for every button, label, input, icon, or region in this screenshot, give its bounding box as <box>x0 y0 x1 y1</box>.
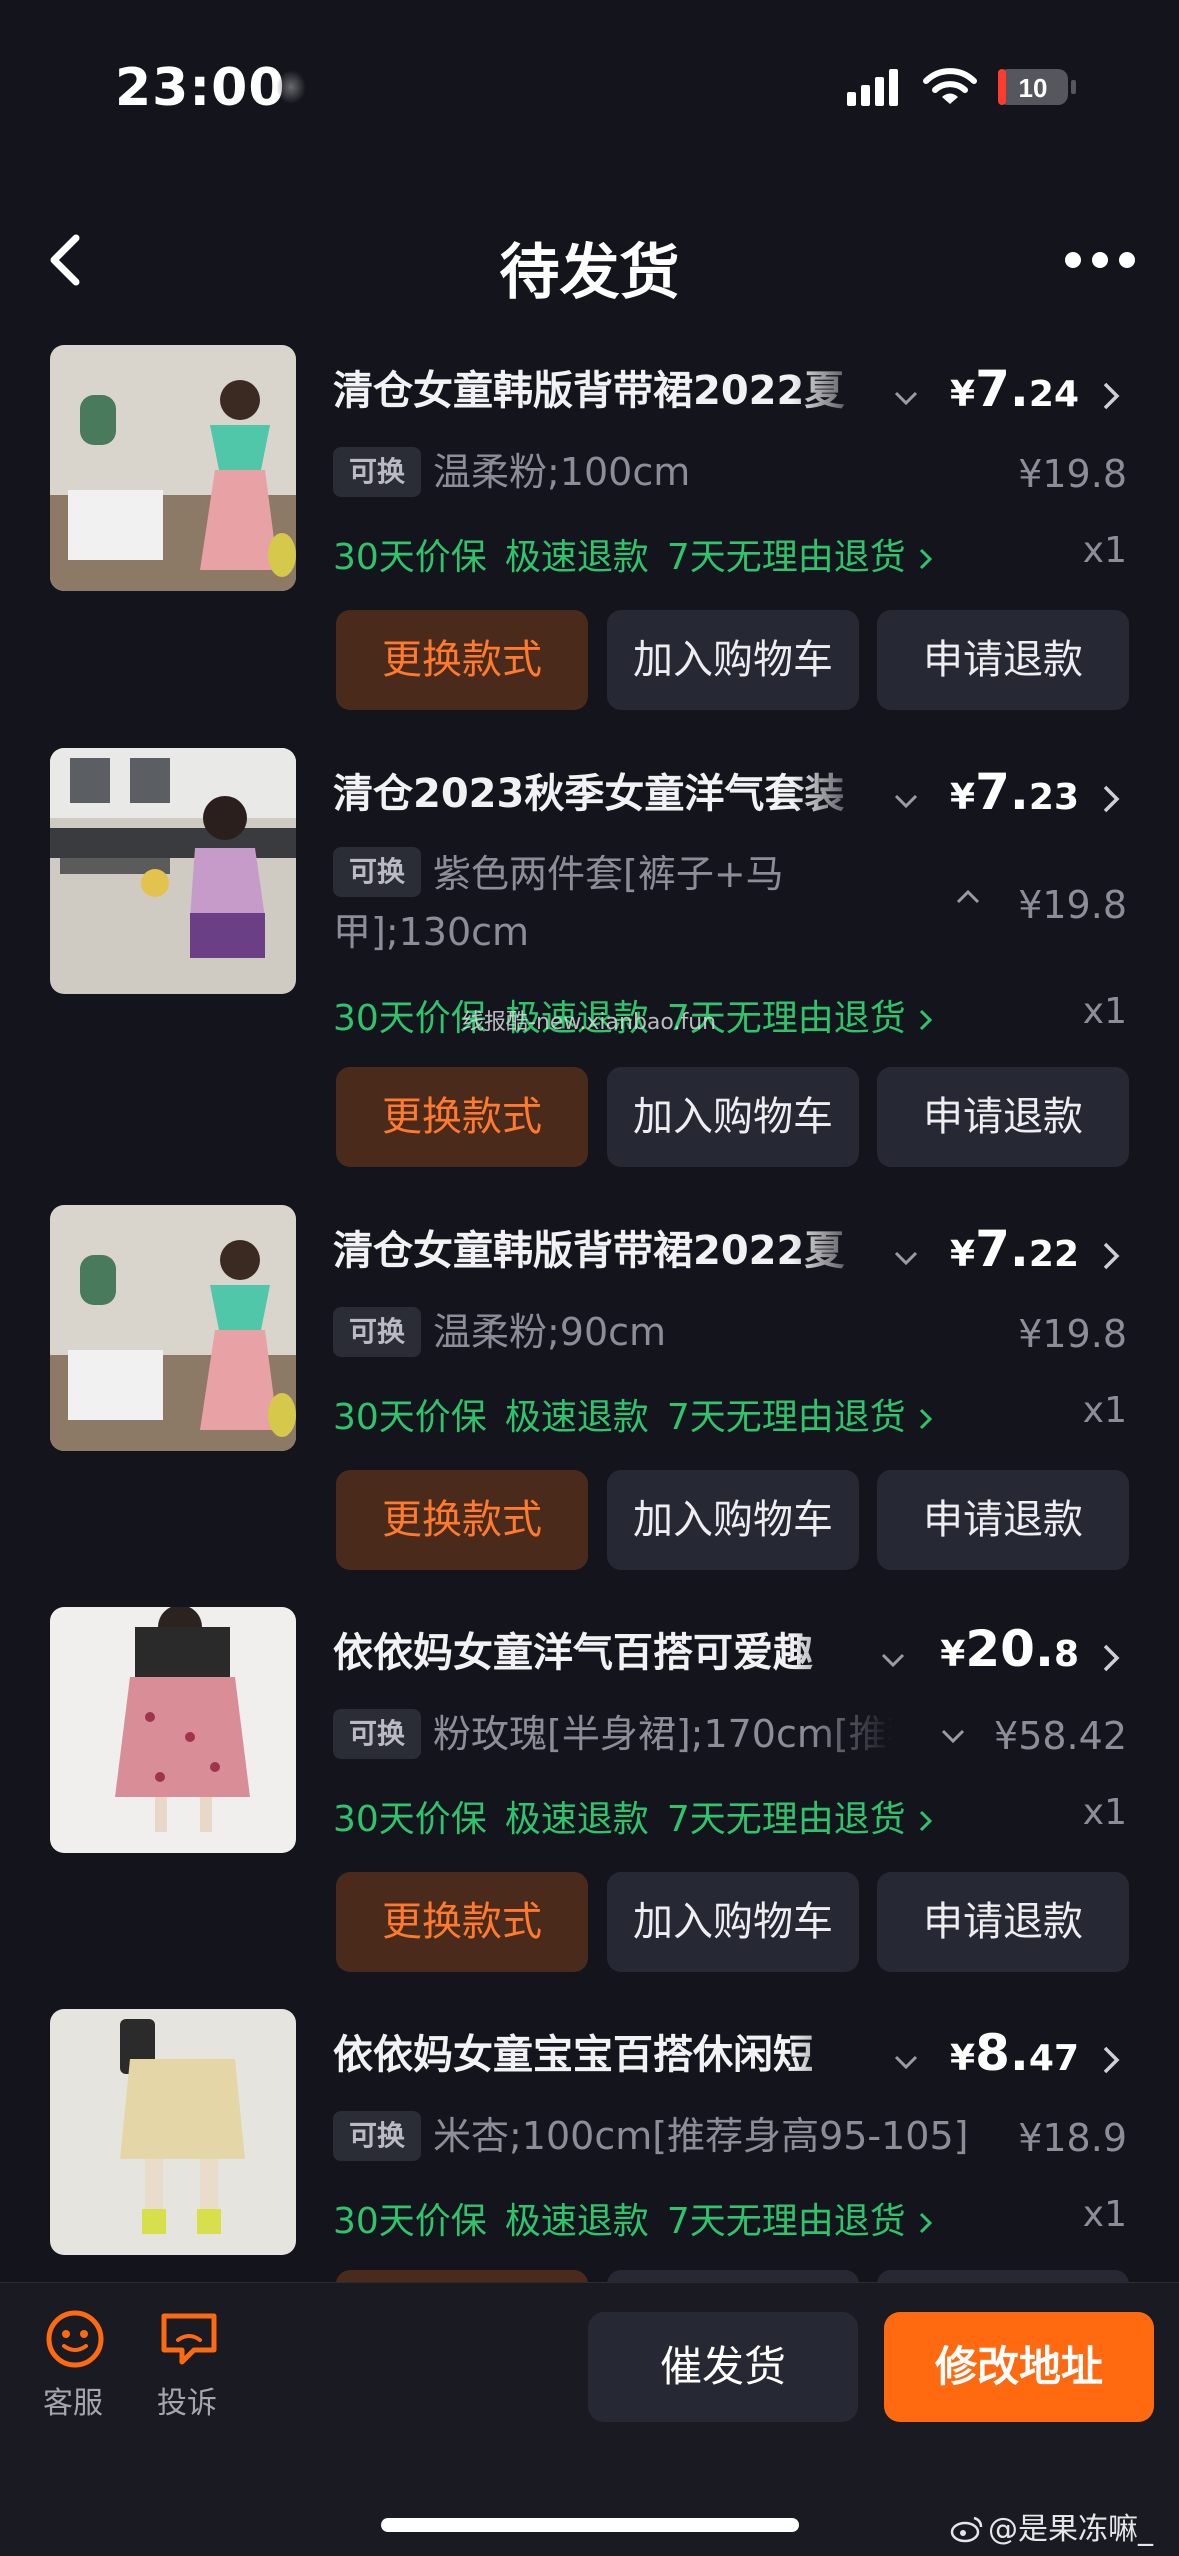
change-style-button[interactable]: 更换款式 <box>336 1067 588 1167</box>
exchangeable-tag: 可换 <box>333 847 422 897</box>
chevron-right-icon[interactable] <box>1098 1638 1124 1678</box>
service-guarantees[interactable]: 30天价保 极速退款 7天无理由退货 <box>333 1388 936 1440</box>
request-refund-button[interactable]: 申请退款 <box>877 1067 1129 1167</box>
service-guarantees[interactable]: 30天价保 极速退款 7天无理由退货 <box>333 2192 936 2244</box>
home-indicator[interactable] <box>381 2518 799 2532</box>
chevron-right-icon[interactable] <box>1098 376 1124 416</box>
chevron-down-icon[interactable] <box>890 1246 922 1270</box>
chevron-down-icon[interactable] <box>877 1648 909 1672</box>
service-guarantees[interactable]: 30天价保 极速退款 7天无理由退货 <box>333 1790 936 1842</box>
product-thumbnail[interactable] <box>50 748 296 994</box>
status-time: 23:00 <box>115 58 286 118</box>
exchangeable-tag: 可换 <box>333 1709 422 1759</box>
product-price: ¥7.23 <box>950 763 1079 821</box>
chevron-right-icon[interactable] <box>1098 1236 1124 1276</box>
add-to-cart-button[interactable]: 加入购物车 <box>607 1872 859 1972</box>
original-price: ¥58.42 <box>994 1714 1127 1758</box>
more-options-icon[interactable] <box>1060 234 1140 286</box>
quantity: x1 <box>1082 2194 1127 2235</box>
order-item-list: 清仓女童韩版背带裙2022夏 ¥7.24 可换 温柔粉;100cm ¥19.8 … <box>0 340 1179 2280</box>
chevron-right-icon <box>919 548 932 570</box>
complaint-label[interactable]: 投诉 <box>157 2378 217 2422</box>
product-spec-line1: 紫色两件套[裤子+马 <box>433 852 784 896</box>
back-arrow-icon[interactable] <box>38 230 98 290</box>
customer-service-label[interactable]: 客服 <box>43 2378 103 2422</box>
add-to-cart-button[interactable]: 加入购物车 <box>607 1470 859 1570</box>
chevron-down-icon[interactable] <box>937 1724 969 1748</box>
product-title[interactable]: 清仓2023秋季女童洋气套装 <box>333 761 873 819</box>
customer-service-icon[interactable] <box>40 2308 110 2370</box>
quantity: x1 <box>1082 1390 1127 1431</box>
original-price: ¥18.9 <box>1018 2116 1127 2160</box>
battery-level: 10 <box>1019 73 1048 103</box>
original-price: ¥19.8 <box>1018 1312 1127 1356</box>
page-title: 待发货 <box>499 238 680 308</box>
chevron-down-icon[interactable] <box>890 2050 922 2074</box>
order-item: 清仓女童韩版背带裙2022夏 ¥7.22 可换 温柔粉;90cm ¥19.8 3… <box>0 1200 1179 1580</box>
chevron-right-icon <box>919 2212 932 2234</box>
chevron-right-icon <box>919 1009 932 1031</box>
product-thumbnail[interactable] <box>50 1205 296 1451</box>
product-title[interactable]: 依依妈女童宝宝百搭休闲短 <box>333 2022 873 2080</box>
exchangeable-tag: 可换 <box>333 447 422 497</box>
add-to-cart-button[interactable]: 加入购物车 <box>607 610 859 710</box>
product-spec: 米杏;100cm[推荐身高95-105] <box>433 2114 969 2158</box>
quantity: x1 <box>1082 991 1127 1032</box>
product-spec: 粉玫瑰[半身裙];170cm[推荐 <box>433 1712 893 1756</box>
chevron-right-icon[interactable] <box>1098 779 1124 819</box>
product-spec: 温柔粉;100cm <box>433 450 691 494</box>
order-item: 依依妈女童宝宝百搭休闲短 ¥8.47 可换 米杏;100cm[推荐身高95-10… <box>0 2004 1179 2280</box>
complaint-icon[interactable] <box>154 2308 224 2370</box>
product-price: ¥20.8 <box>940 1620 1079 1678</box>
wifi-icon <box>923 68 977 104</box>
request-refund-button[interactable]: 申请退款 <box>877 1470 1129 1570</box>
chevron-right-icon[interactable] <box>1098 2040 1124 2080</box>
status-bar: 23:00 10 <box>0 0 1179 175</box>
product-spec: 温柔粉;90cm <box>433 1310 667 1354</box>
site-watermark: 线报酷-new.xianbao.fun <box>462 1010 717 1035</box>
product-price: ¥8.47 <box>950 2024 1079 2082</box>
product-title[interactable]: 清仓女童韩版背带裙2022夏 <box>333 1218 873 1276</box>
change-style-button[interactable]: 更换款式 <box>336 1470 588 1570</box>
urge-shipping-button[interactable]: 催发货 <box>588 2312 858 2422</box>
quantity: x1 <box>1082 530 1127 571</box>
nav-bar: 待发货 <box>0 200 1179 320</box>
product-thumbnail[interactable] <box>50 1607 296 1853</box>
weibo-watermark: @是果冻嘛_ <box>950 2504 1153 2548</box>
product-price: ¥7.22 <box>950 1220 1079 1278</box>
battery-icon: 10 <box>998 69 1076 105</box>
original-price: ¥19.8 <box>1018 452 1127 496</box>
product-thumbnail[interactable] <box>50 345 296 591</box>
change-style-button[interactable]: 更换款式 <box>336 610 588 710</box>
modify-address-button[interactable]: 修改地址 <box>884 2312 1154 2422</box>
request-refund-button[interactable]: 申请退款 <box>877 610 1129 710</box>
chevron-right-icon <box>919 1810 932 1832</box>
order-item: 清仓2023秋季女童洋气套装 ¥7.23 可换 紫色两件套[裤子+马 甲];13… <box>0 743 1179 1173</box>
add-to-cart-button[interactable]: 加入购物车 <box>607 1067 859 1167</box>
weibo-icon <box>950 2516 983 2543</box>
product-title[interactable]: 依依妈女童洋气百搭可爱趣 <box>333 1620 873 1678</box>
product-price: ¥7.24 <box>950 360 1079 418</box>
exchangeable-tag: 可换 <box>333 1307 422 1357</box>
product-title[interactable]: 清仓女童韩版背带裙2022夏 <box>333 358 873 416</box>
request-refund-button[interactable]: 申请退款 <box>877 1872 1129 1972</box>
location-icon <box>276 70 306 104</box>
original-price: ¥19.8 <box>1018 883 1127 927</box>
order-item: 依依妈女童洋气百搭可爱趣 ¥20.8 可换 粉玫瑰[半身裙];170cm[推荐 … <box>0 1602 1179 1982</box>
chevron-up-icon[interactable] <box>952 885 984 909</box>
cellular-signal-icon <box>847 69 898 106</box>
product-spec-line2: 甲];130cm <box>333 910 530 954</box>
change-style-button[interactable]: 更换款式 <box>336 1872 588 1972</box>
service-guarantees[interactable]: 30天价保 极速退款 7天无理由退货 <box>333 528 936 580</box>
chevron-down-icon[interactable] <box>890 386 922 410</box>
quantity: x1 <box>1082 1792 1127 1833</box>
chevron-down-icon[interactable] <box>890 789 922 813</box>
product-thumbnail[interactable] <box>50 2009 296 2255</box>
chevron-right-icon <box>919 1408 932 1430</box>
exchangeable-tag: 可换 <box>333 2111 422 2161</box>
order-item: 清仓女童韩版背带裙2022夏 ¥7.24 可换 温柔粉;100cm ¥19.8 … <box>0 340 1179 720</box>
